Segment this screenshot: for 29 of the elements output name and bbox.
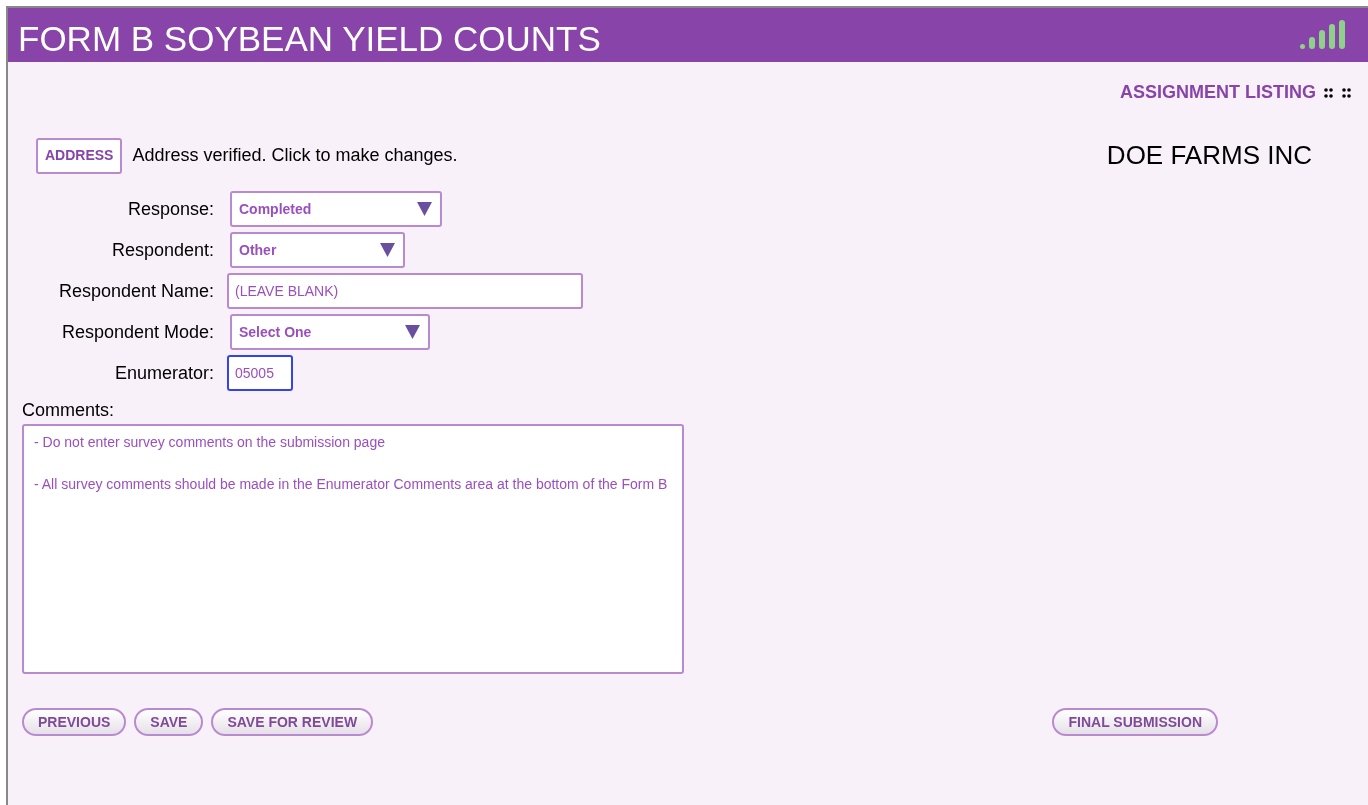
dropdown-arrow-icon xyxy=(405,325,420,339)
form-button[interactable]: SAVE FOR REVIEW xyxy=(211,708,374,736)
dropdown[interactable]: Completed xyxy=(230,191,442,227)
field-label: Response: xyxy=(126,197,215,221)
dropdown-value: Select One xyxy=(239,322,312,342)
dropdown[interactable]: Other xyxy=(230,232,405,268)
final-submission-button[interactable]: FINAL SUBMISSION xyxy=(1052,708,1218,736)
field-label: Respondent Mode: xyxy=(60,320,215,344)
dropdown-arrow-icon xyxy=(417,202,432,216)
grid-icon xyxy=(1324,86,1352,99)
input-field[interactable]: (LEAVE BLANK) xyxy=(227,273,583,309)
field-label: Enumerator: xyxy=(113,361,215,385)
comments-label: Comments: xyxy=(22,399,116,422)
field-label: Respondent: xyxy=(110,238,215,262)
dropdown-value: Other xyxy=(239,240,277,260)
form-button[interactable]: SAVE xyxy=(134,708,204,736)
dropdown-arrow-icon xyxy=(380,243,395,257)
form-title: FORM B SOYBEAN YIELD COUNTS xyxy=(18,17,601,56)
dropdown-value: Completed xyxy=(239,199,312,219)
assignment-listing-link[interactable]: ASSIGNMENT LISTING xyxy=(1120,79,1316,106)
field-label: Respondent Name: xyxy=(57,279,215,303)
comments-field[interactable]: - Do not enter survey comments on the submission page - All survey comments should be made in the Enumerator Comments area at the bottom of the Form B xyxy=(22,424,684,674)
form-button[interactable]: PREVIOUS xyxy=(22,708,127,736)
input-field[interactable]: 05005 xyxy=(227,355,293,391)
farm-name: DOE FARMS INC xyxy=(1106,139,1312,172)
signal-icon xyxy=(1300,20,1346,50)
address-button[interactable]: ADDRESS xyxy=(36,137,123,174)
address-status: Address verified. Click to make changes. xyxy=(132,144,458,167)
dropdown[interactable]: Select One xyxy=(230,314,430,350)
